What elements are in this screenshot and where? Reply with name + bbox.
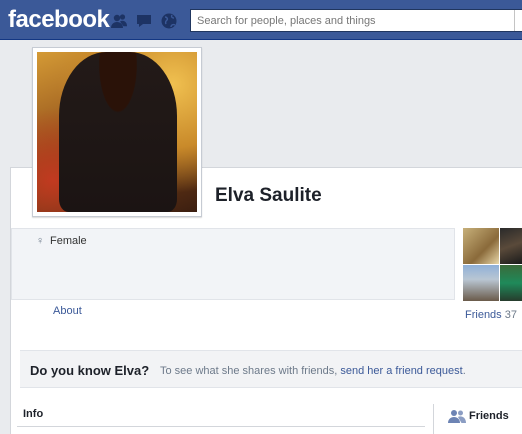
gender-label: Female [50,235,87,247]
search-button[interactable] [514,10,522,31]
about-link[interactable]: About [53,305,82,317]
notifications-icon[interactable] [160,12,178,30]
friends-icon [448,409,466,426]
friend-thumbnail[interactable] [500,228,522,264]
friend-request-prompt: Do you know Elva? To see what she shares… [20,350,522,388]
friend-requests-icon[interactable] [110,12,128,30]
send-friend-request-link[interactable]: send her a friend request [340,365,462,377]
friends-count-link[interactable]: Friends 37 [465,309,517,321]
friends-thumbnails[interactable] [463,228,522,301]
friends-heading: Friends [469,410,509,422]
friends-section-header: Friends [433,404,522,434]
gender-icon: ♀ [36,235,45,247]
search-box [190,9,522,32]
know-title: Do you know Elva? [30,363,150,378]
profile-photo [37,52,197,212]
messages-icon[interactable] [135,12,153,30]
friends-count: 37 [504,309,517,321]
friend-thumbnail[interactable] [463,228,499,264]
profile-picture[interactable] [32,47,202,217]
profile-name[interactable]: Elva Saulite [215,185,322,207]
know-text-suffix: . [462,365,466,377]
info-heading: Info [23,408,44,420]
know-text-prefix: To see what she shares with friends, [160,365,338,377]
top-bar: facebook [0,0,522,40]
info-section-header: Info [17,402,425,427]
friend-thumbnail[interactable] [463,265,499,301]
friend-thumbnail[interactable] [500,265,522,301]
profile-photo-figure [59,52,177,212]
friends-label[interactable]: Friends [465,309,502,321]
gender-info: ♀ Female [36,235,87,247]
know-text: To see what she shares with friends, sen… [160,365,466,377]
facebook-logo[interactable]: facebook [8,6,110,34]
search-input[interactable] [191,10,522,31]
